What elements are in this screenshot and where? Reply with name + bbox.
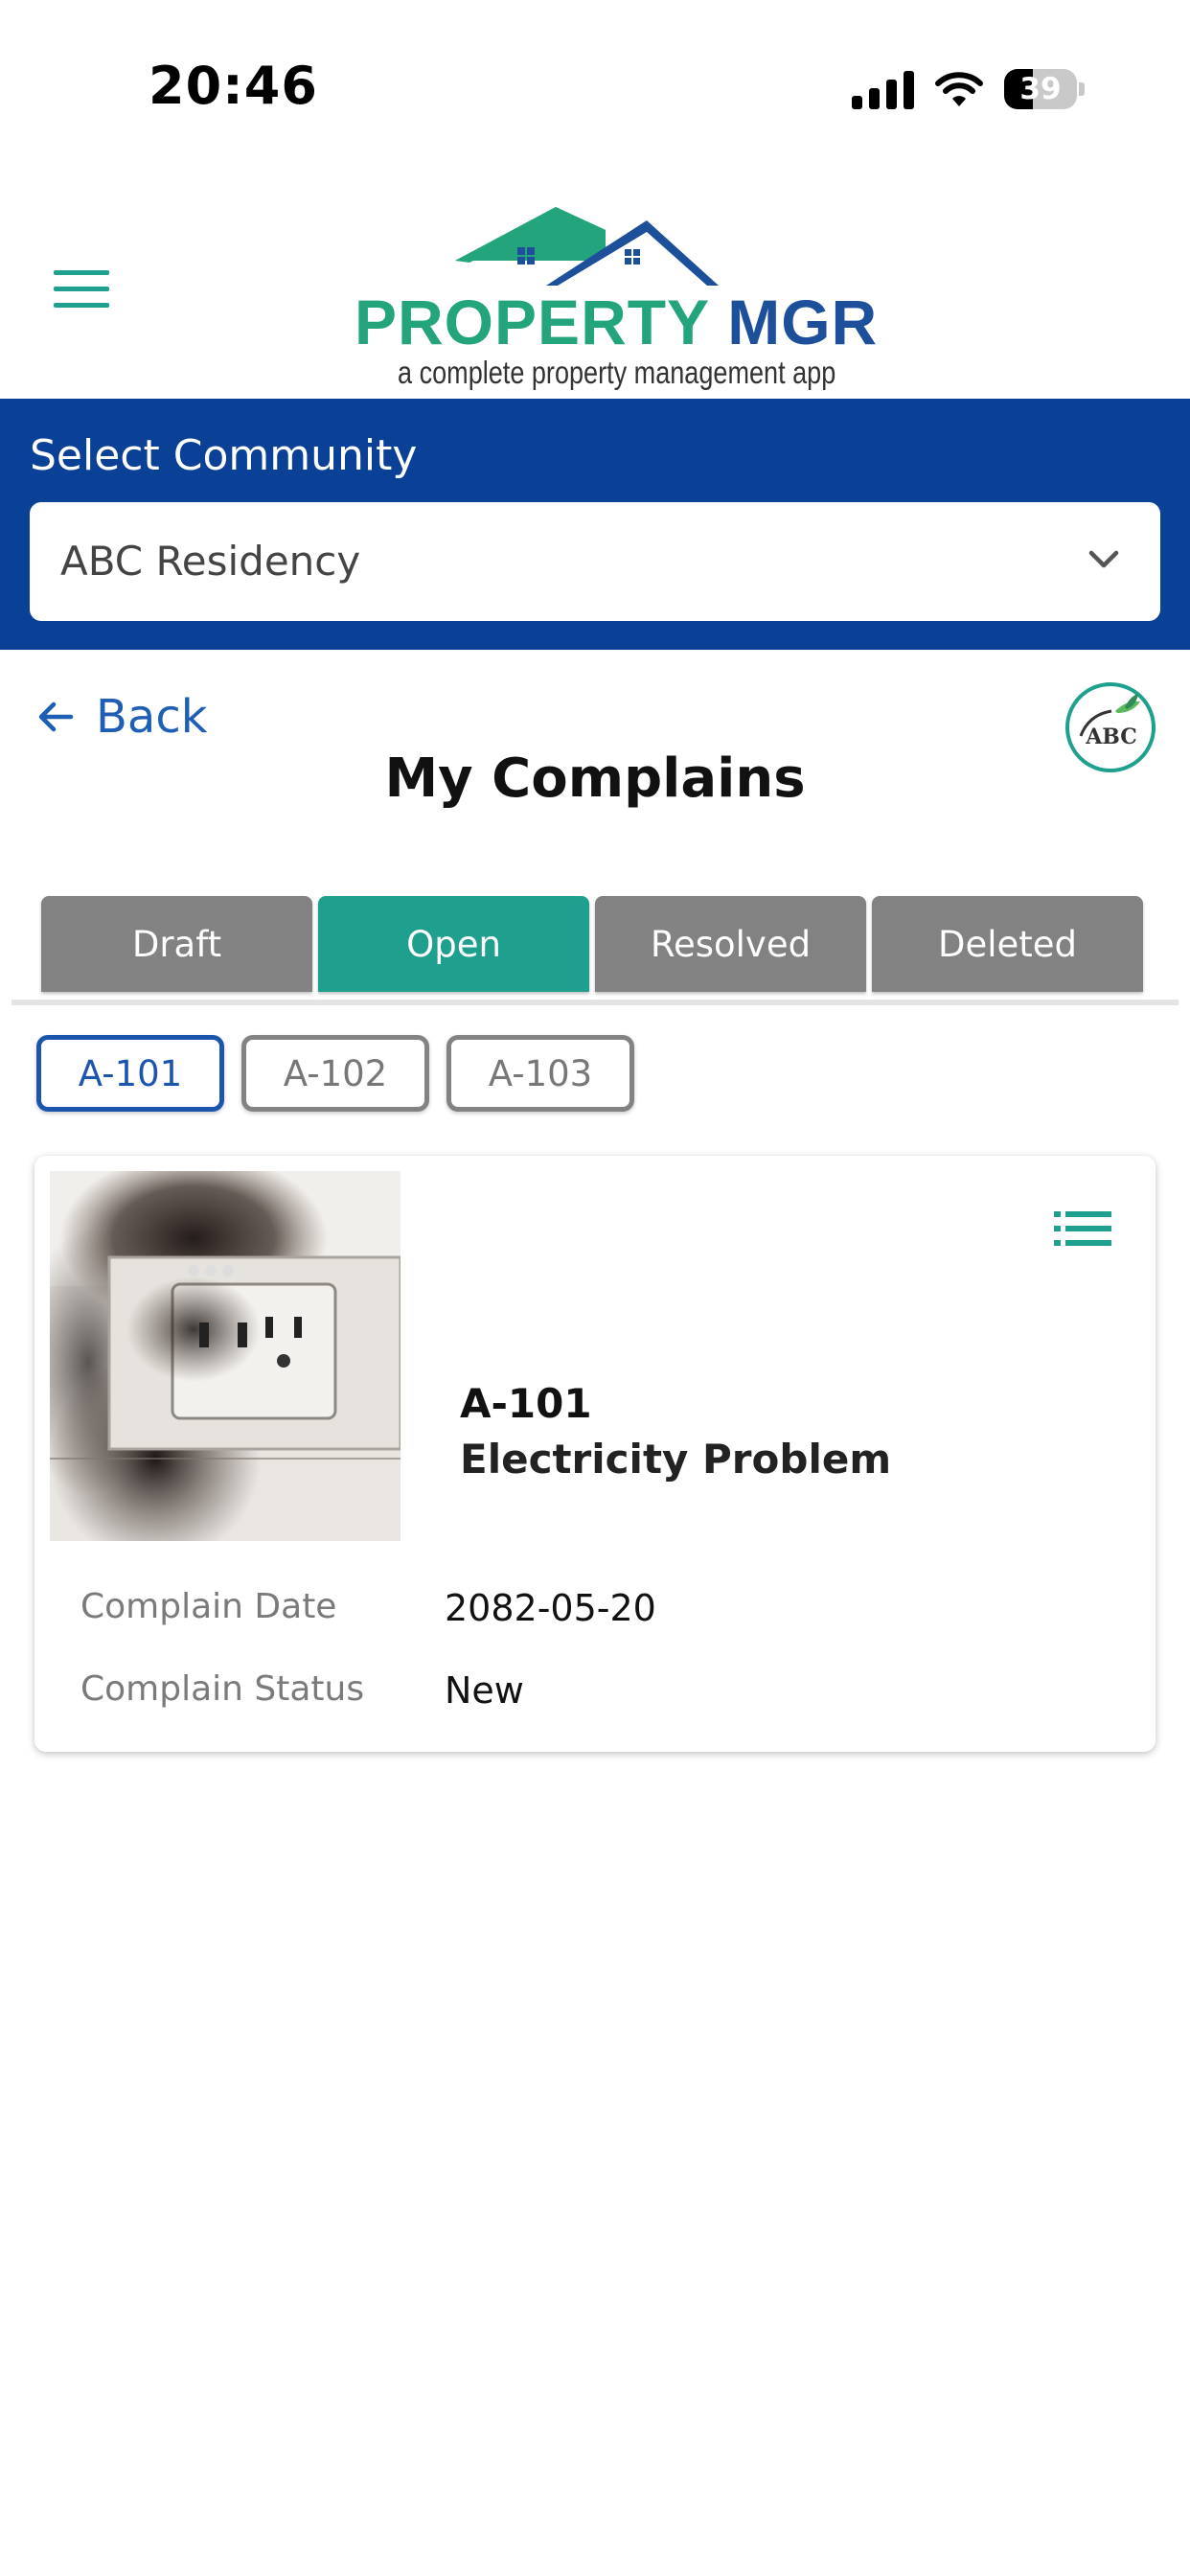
complaint-title: Electricity Problem: [460, 1436, 892, 1483]
complaint-card[interactable]: A-101 Electricity Problem Complain Date …: [34, 1156, 1156, 1752]
complain-status-value: New: [445, 1669, 524, 1712]
app-logo: PROPERTY MGR a complete property managem…: [355, 201, 877, 390]
battery-icon: 39: [1004, 69, 1085, 109]
complain-date-value: 2082-05-20: [445, 1587, 656, 1629]
logo-title: PROPERTY MGR: [355, 286, 877, 358]
status-time: 20:46: [149, 56, 318, 116]
status-bar: 20:46 39: [0, 0, 1190, 172]
unit-chip-a101[interactable]: A-101: [36, 1035, 224, 1112]
back-button[interactable]: Back: [36, 686, 208, 748]
hamburger-menu-icon[interactable]: [54, 270, 109, 309]
battery-level: 39: [1019, 72, 1062, 106]
house-roof-logo-icon: [455, 207, 719, 286]
tab-draft[interactable]: Draft: [41, 896, 312, 992]
logo-title-mgr: MGR: [727, 287, 879, 357]
status-icons: 39: [852, 65, 1085, 113]
community-label: Select Community: [30, 431, 418, 480]
cellular-signal-icon: [852, 69, 914, 109]
back-label: Back: [96, 690, 208, 744]
arrow-left-icon: [38, 702, 74, 732]
abc-logo-text: ABC: [1085, 724, 1137, 749]
tab-deleted[interactable]: Deleted: [872, 896, 1143, 992]
complain-status-label: Complain Status: [80, 1669, 365, 1709]
community-select-value: ABC Residency: [60, 538, 361, 585]
logo-tagline: a complete property management app: [398, 355, 836, 390]
app-header: PROPERTY MGR a complete property managem…: [0, 172, 1190, 399]
complain-date-label: Complain Date: [80, 1587, 337, 1626]
community-section: Select Community ABC Residency: [0, 399, 1190, 650]
list-menu-icon[interactable]: [1054, 1209, 1111, 1248]
tabs-divider: [11, 1000, 1179, 1005]
status-tabs: Draft Open Resolved Deleted: [41, 896, 1143, 992]
community-select[interactable]: ABC Residency: [30, 502, 1160, 621]
unit-filter: A-101 A-102 A-103: [36, 1035, 634, 1112]
tab-open[interactable]: Open: [318, 896, 589, 992]
unit-chip-a102[interactable]: A-102: [241, 1035, 429, 1112]
chevron-down-icon: [1088, 550, 1119, 568]
logo-title-property: PROPERTY: [355, 287, 709, 357]
complaint-photo: [50, 1171, 400, 1541]
unit-chip-a103[interactable]: A-103: [446, 1035, 634, 1112]
tab-resolved[interactable]: Resolved: [595, 896, 866, 992]
complaint-unit: A-101: [460, 1380, 592, 1427]
page-title: My Complains: [384, 748, 806, 810]
wifi-icon: [935, 72, 983, 106]
